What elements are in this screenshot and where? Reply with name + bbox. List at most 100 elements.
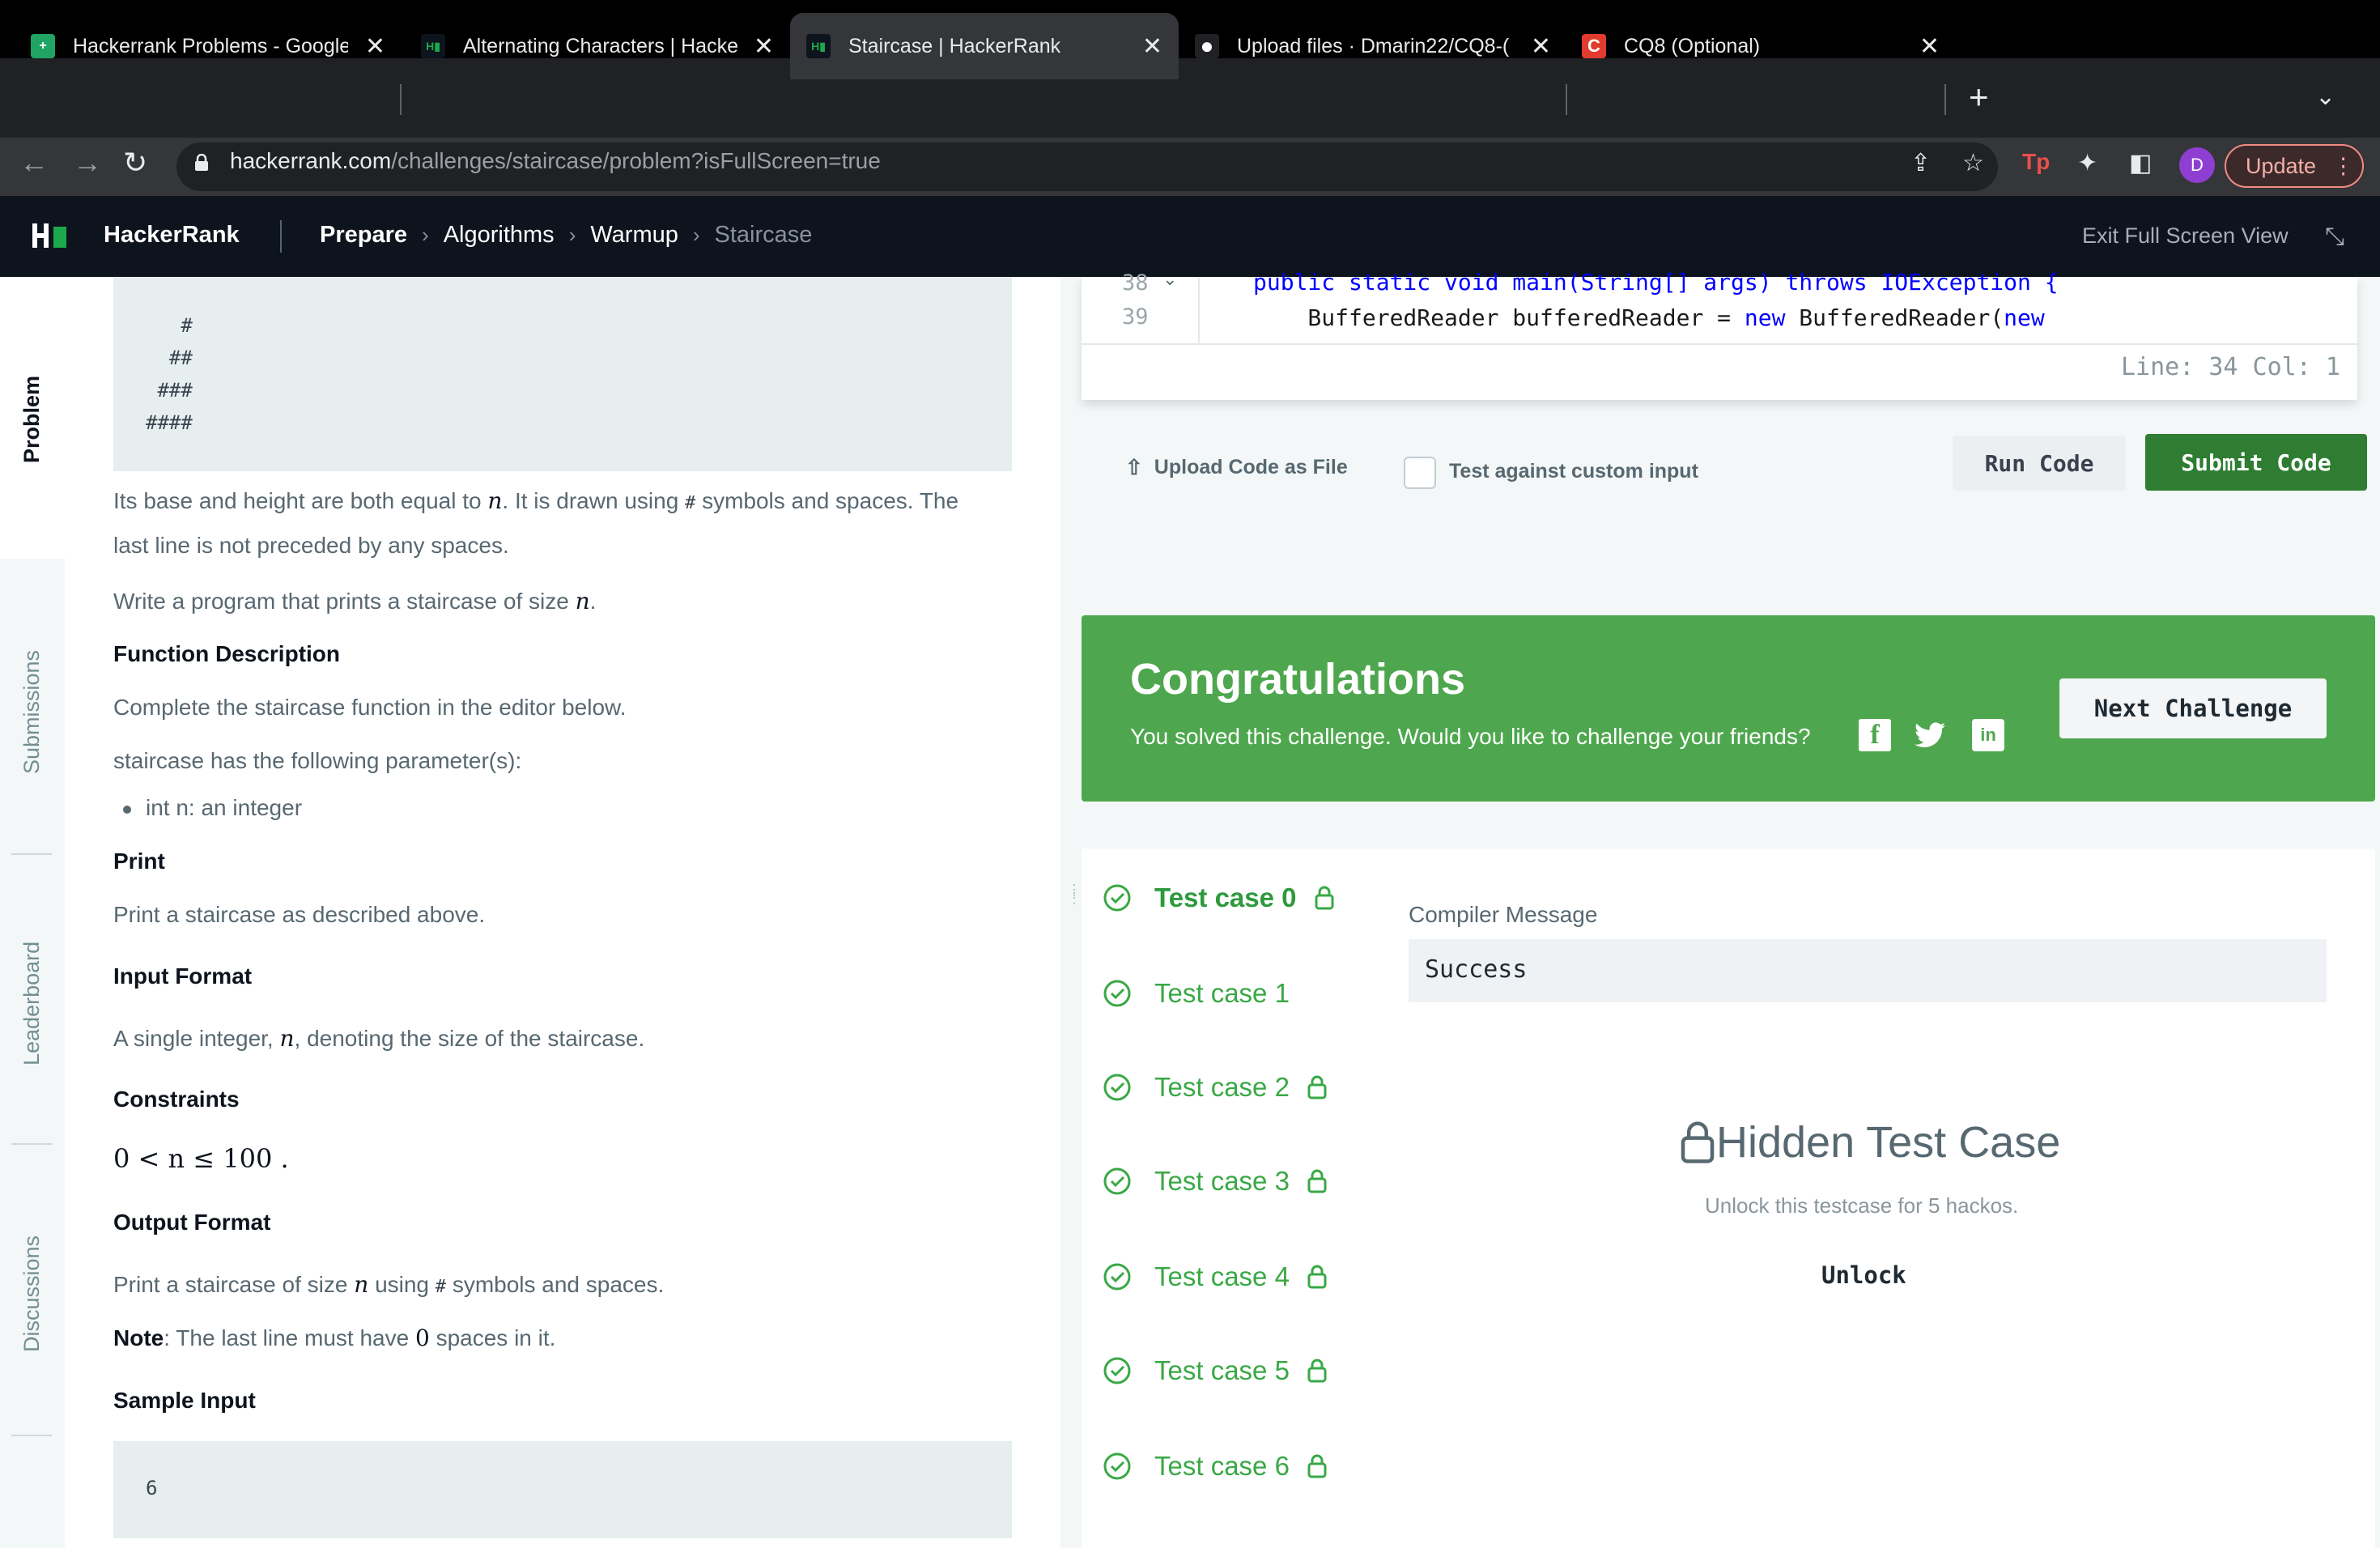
math-var: n: [279, 1025, 295, 1052]
paragraph: Print a staircase of size n using # symb…: [113, 1271, 664, 1298]
test-case-item[interactable]: Test case 3: [1103, 1166, 1327, 1197]
text: symbols and spaces.: [452, 1272, 665, 1297]
code-text: BufferedReader bufferedReader =: [1253, 304, 1745, 331]
next-challenge-button[interactable]: Next Challenge: [2059, 678, 2327, 738]
code-line[interactable]: public static void main(String[] args) t…: [1253, 269, 2059, 296]
unlock-button[interactable]: Unlock: [1821, 1261, 1906, 1289]
browser-tab[interactable]: C CQ8 (Optional) ✕: [1567, 13, 1956, 79]
check-circle-icon: [1103, 884, 1131, 912]
browser-tab[interactable]: H▮ Alternating Characters | Hacke ✕: [402, 13, 790, 79]
bookmark-star-icon[interactable]: ☆: [1962, 149, 1984, 177]
heading-print: Print: [113, 848, 165, 874]
paragraph-note: Note: The last line must have 0 spaces i…: [113, 1325, 555, 1351]
custom-input-label[interactable]: Test against custom input: [1449, 460, 1698, 483]
test-case-label: Test case 3: [1154, 1166, 1290, 1196]
browser-tab-active[interactable]: H▮ Staircase | HackerRank ✕: [790, 13, 1179, 79]
nav-tab-submissions[interactable]: Submissions: [19, 650, 45, 774]
panel-splitter[interactable]: [1060, 277, 1082, 1548]
twitter-icon[interactable]: [1914, 719, 1946, 751]
submit-code-button[interactable]: Submit Code: [2145, 434, 2367, 491]
heading-input-format: Input Format: [113, 963, 253, 989]
update-button[interactable]: Update ⋮: [2225, 144, 2364, 188]
test-case-item[interactable]: Test case 1: [1103, 978, 1290, 1009]
forward-icon[interactable]: →: [73, 146, 102, 180]
tab-title: Hackerrank Problems - Google: [73, 34, 348, 57]
breadcrumb-algorithms[interactable]: Algorithms: [444, 222, 555, 249]
facebook-icon[interactable]: f: [1859, 719, 1891, 751]
back-icon[interactable]: ←: [19, 146, 49, 180]
tab-title: Upload files · Dmarin22/CQ8-(: [1237, 34, 1510, 57]
test-case-item[interactable]: Test case 0: [1103, 882, 1334, 913]
lock-icon: [1307, 1265, 1327, 1289]
profile-avatar[interactable]: D: [2179, 147, 2215, 183]
tab-separator: [400, 84, 402, 115]
browser-tab[interactable]: ● Upload files · Dmarin22/CQ8-( ✕: [1179, 13, 1567, 79]
collapse-icon[interactable]: ⤡: [2325, 223, 2344, 251]
drag-handle-icon[interactable]: ⋮ ⋮: [1067, 882, 1082, 905]
url-text[interactable]: hackerrank.com/challenges/staircase/prob…: [230, 148, 881, 174]
github-icon: ●: [1195, 33, 1219, 58]
line-number: 38: [1122, 270, 1149, 296]
text: A single integer,: [113, 1026, 274, 1051]
test-case-label: Test case 0: [1154, 882, 1297, 912]
lock-icon: [1307, 1075, 1327, 1099]
congratulations-subtitle: You solved this challenge. Would you lik…: [1130, 724, 1811, 749]
kebab-menu-icon[interactable]: ⋮: [2332, 154, 2354, 179]
reload-icon[interactable]: ↻: [123, 146, 147, 180]
test-case-item[interactable]: Test case 5: [1103, 1355, 1327, 1386]
upload-code-button[interactable]: ⇧ Upload Code as File: [1125, 455, 1348, 480]
breadcrumb-prepare[interactable]: Prepare: [320, 222, 407, 249]
test-case-item[interactable]: Test case 6: [1103, 1451, 1327, 1482]
text: Its base and height are both equal to: [113, 488, 482, 513]
paragraph: staircase has the following parameter(s)…: [113, 748, 522, 773]
hackerrank-icon: H▮: [421, 34, 445, 58]
code-inline: #: [435, 1277, 447, 1297]
hidden-test-case-title: Hidden Test Case: [1679, 1117, 2060, 1167]
text: .: [589, 589, 597, 614]
close-icon[interactable]: ✕: [754, 32, 774, 61]
nav-tab-problem[interactable]: Problem: [19, 376, 45, 463]
new-tab-button[interactable]: +: [1969, 78, 1989, 117]
linkedin-icon[interactable]: in: [1972, 719, 2004, 751]
extensions-puzzle-icon[interactable]: ✦: [2077, 149, 2097, 177]
tab-separator: [1566, 84, 1567, 115]
brand-name[interactable]: HackerRank: [104, 222, 240, 249]
nav-tab-discussions[interactable]: Discussions: [19, 1235, 45, 1352]
tab-search-chevron-icon[interactable]: ⌄: [2315, 83, 2335, 111]
hackerrank-logo-icon[interactable]: [32, 223, 74, 248]
close-icon[interactable]: ✕: [1142, 32, 1162, 61]
extension-tp-icon[interactable]: Tp: [2022, 149, 2050, 175]
paragraph: Print a staircase as described above.: [113, 902, 486, 927]
upload-icon: ⇧: [1125, 455, 1143, 479]
compiler-message-label: Compiler Message: [1409, 902, 1598, 927]
custom-input-checkbox[interactable]: [1404, 457, 1436, 489]
close-icon[interactable]: ✕: [1919, 32, 1940, 61]
line-number: 39: [1122, 304, 1149, 330]
test-case-label: Test case 4: [1154, 1261, 1290, 1291]
hackerrank-icon: H▮: [806, 34, 831, 58]
sample-input-value: 6: [146, 1477, 158, 1499]
fold-chevron-icon[interactable]: ⌄: [1162, 269, 1177, 290]
keyword: new: [2004, 304, 2045, 331]
url-path: /challenges/staircase/problem?isFullScre…: [391, 148, 881, 173]
test-case-item[interactable]: Test case 2: [1103, 1072, 1327, 1103]
tab-title: Staircase | HackerRank: [848, 34, 1061, 57]
breadcrumb-current: Staircase: [714, 222, 813, 248]
compiler-message-box: [1409, 939, 2327, 1002]
close-icon[interactable]: ✕: [365, 32, 385, 61]
nav-tab-leaderboard[interactable]: Leaderboard: [19, 942, 45, 1065]
sample-input-block: 6: [113, 1441, 1012, 1538]
side-panel-icon[interactable]: ◧: [2129, 149, 2152, 177]
browser-tab[interactable]: + Hackerrank Problems - Google ✕: [0, 13, 402, 79]
lock-icon: [1307, 1169, 1327, 1193]
breadcrumb-warmup[interactable]: Warmup: [590, 222, 678, 249]
lock-icon: [1307, 1359, 1327, 1383]
run-code-button[interactable]: Run Code: [1953, 436, 2126, 491]
exit-full-screen-link[interactable]: Exit Full Screen View: [2082, 223, 2289, 249]
lock-icon: [195, 154, 208, 171]
close-icon[interactable]: ✕: [1531, 32, 1551, 61]
code-inline: #: [685, 493, 696, 513]
share-icon[interactable]: ⇪: [1910, 149, 1931, 177]
code-line[interactable]: BufferedReader bufferedReader = new Buff…: [1253, 304, 2045, 331]
test-case-item[interactable]: Test case 4: [1103, 1261, 1327, 1292]
